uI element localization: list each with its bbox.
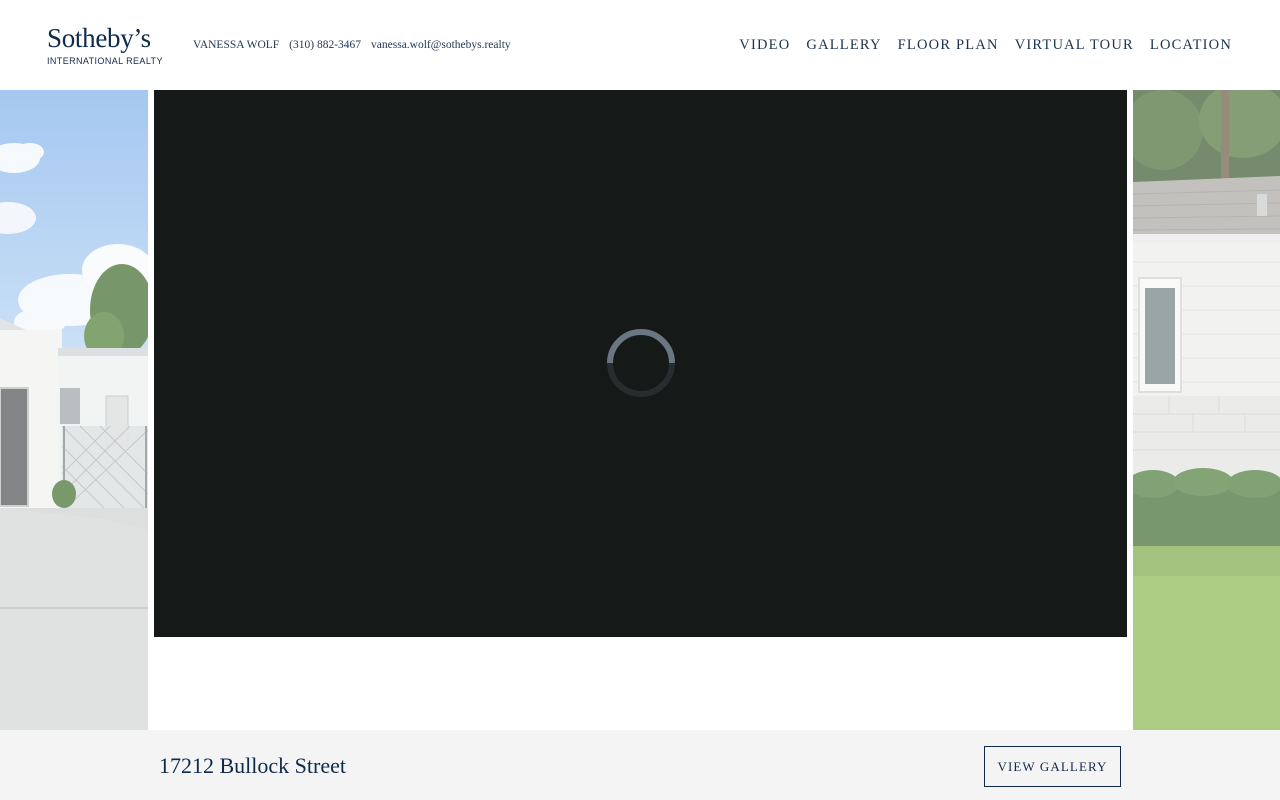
logo-tagline: INTERNATIONAL REALTY bbox=[47, 56, 163, 66]
property-bar: 17212 Bullock Street VIEW GALLERY bbox=[0, 730, 1280, 800]
right-photo-overlay bbox=[1133, 90, 1280, 730]
right-house-photo[interactable] bbox=[1133, 90, 1280, 730]
hero-carousel bbox=[0, 90, 1280, 730]
property-address: 17212 Bullock Street bbox=[159, 753, 346, 778]
loading-spinner-icon bbox=[607, 329, 675, 397]
left-house-photo[interactable] bbox=[0, 90, 148, 730]
agent-contact: VANESSA WOLF (310) 882-3467 vanessa.wolf… bbox=[193, 38, 511, 52]
property-video-player[interactable] bbox=[154, 90, 1127, 637]
nav-virtual-tour[interactable]: VIRTUAL TOUR bbox=[1015, 36, 1134, 54]
left-photo-overlay bbox=[0, 90, 148, 730]
view-gallery-button[interactable]: VIEW GALLERY bbox=[984, 746, 1121, 787]
nav-floor-plan[interactable]: FLOOR PLAN bbox=[898, 36, 999, 54]
sothebys-logo[interactable]: Sotheby’s INTERNATIONAL REALTY bbox=[47, 24, 167, 68]
nav-gallery[interactable]: GALLERY bbox=[806, 36, 881, 54]
agent-phone[interactable]: (310) 882-3467 bbox=[289, 38, 361, 52]
agent-name: VANESSA WOLF bbox=[193, 39, 280, 51]
nav-location[interactable]: LOCATION bbox=[1150, 36, 1232, 54]
logo-wordmark: Sotheby’s bbox=[47, 23, 151, 53]
nav-video[interactable]: VIDEO bbox=[739, 36, 790, 54]
site-header: Sotheby’s INTERNATIONAL REALTY VANESSA W… bbox=[0, 0, 1280, 90]
agent-email[interactable]: vanessa.wolf@sothebys.realty bbox=[371, 38, 511, 52]
main-nav: VIDEO GALLERY FLOOR PLAN VIRTUAL TOUR LO… bbox=[739, 36, 1232, 54]
